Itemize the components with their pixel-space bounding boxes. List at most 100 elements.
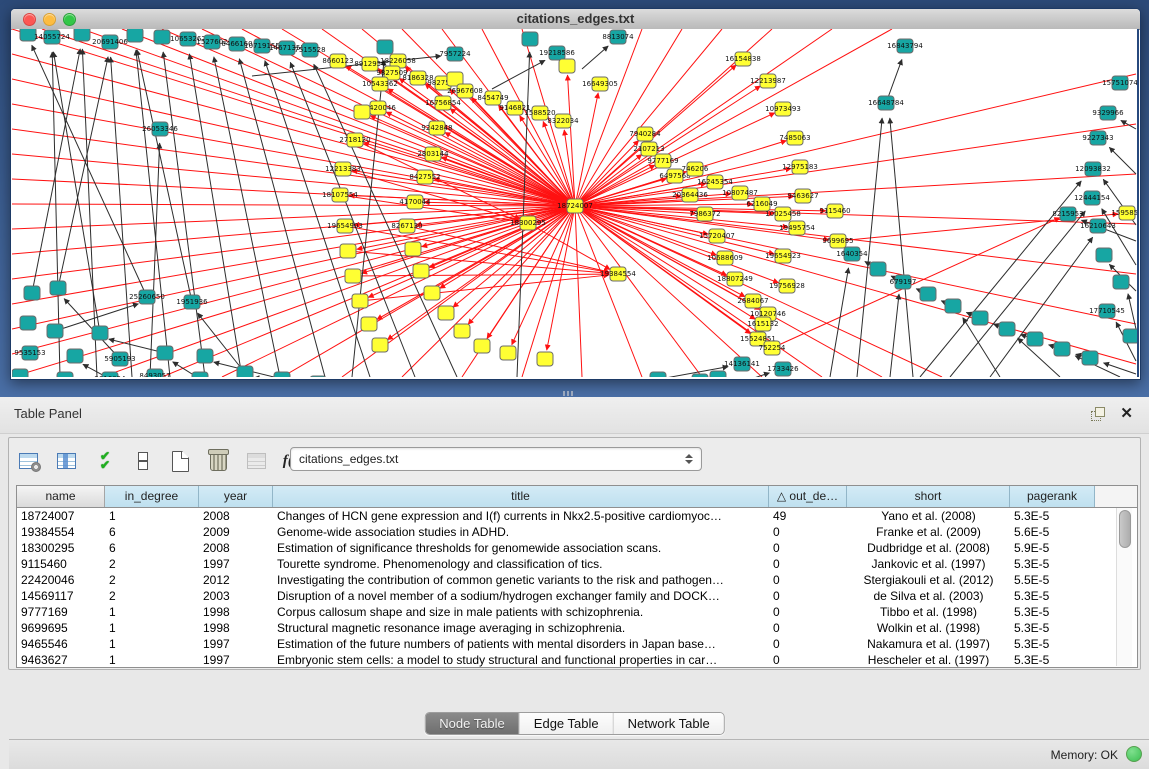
graph-node[interactable]: 19218586 bbox=[539, 46, 575, 60]
graph-node[interactable] bbox=[870, 262, 886, 276]
graph-node[interactable] bbox=[710, 371, 726, 377]
graph-node[interactable] bbox=[920, 287, 936, 301]
graph-node[interactable] bbox=[67, 349, 83, 363]
graph-node[interactable]: 1595853 bbox=[1111, 206, 1137, 220]
table-scrollbar[interactable] bbox=[1116, 508, 1132, 666]
graph-node[interactable]: 9242848 bbox=[421, 121, 452, 135]
graph-node[interactable] bbox=[474, 339, 490, 353]
graph-node[interactable] bbox=[354, 105, 370, 119]
import-table-button[interactable] bbox=[243, 448, 269, 474]
graph-node[interactable] bbox=[20, 316, 36, 330]
graph-node[interactable] bbox=[692, 374, 708, 377]
graph-node[interactable]: 752254 bbox=[759, 341, 786, 355]
graph-node[interactable]: 8813074 bbox=[602, 30, 634, 44]
table-row[interactable]: 1830029562008Estimation of significance … bbox=[17, 540, 1137, 556]
graph-node[interactable]: 9329966 bbox=[1092, 106, 1124, 120]
graph-node[interactable] bbox=[945, 299, 961, 313]
graph-node[interactable]: 8454749 bbox=[477, 91, 508, 105]
graph-node[interactable] bbox=[405, 242, 421, 256]
float-panel-icon[interactable] bbox=[1091, 407, 1105, 420]
graph-node[interactable] bbox=[537, 352, 553, 366]
graph-node[interactable] bbox=[500, 346, 516, 360]
table-row[interactable]: 946554611997Estimation of the future num… bbox=[17, 636, 1137, 652]
column-header-name[interactable]: name bbox=[17, 486, 105, 507]
graph-node[interactable] bbox=[352, 294, 368, 308]
graph-node[interactable]: 18807249 bbox=[717, 272, 753, 286]
graph-node[interactable] bbox=[972, 311, 988, 325]
graph-node[interactable] bbox=[438, 306, 454, 320]
graph-node[interactable] bbox=[47, 324, 63, 338]
graph-node[interactable]: 7986372 bbox=[689, 207, 720, 221]
graph-node[interactable]: 16648784 bbox=[868, 96, 904, 110]
graph-node[interactable]: 8267130 bbox=[391, 219, 422, 233]
select-all-button[interactable]: ✔✔ bbox=[91, 448, 117, 474]
graph-node[interactable]: 2684067 bbox=[737, 294, 768, 308]
graph-node[interactable] bbox=[340, 244, 356, 258]
table-row[interactable]: 911546021997Tourette syndrome. Phenomeno… bbox=[17, 556, 1137, 572]
graph-node[interactable] bbox=[154, 30, 170, 44]
graph-node[interactable]: 7940284 bbox=[629, 127, 661, 141]
graph-node[interactable] bbox=[274, 372, 290, 377]
graph-node[interactable]: 15720407 bbox=[699, 229, 735, 243]
graph-node[interactable]: 4170044 bbox=[399, 195, 431, 209]
show-columns-button[interactable] bbox=[53, 448, 79, 474]
graph-node[interactable] bbox=[12, 369, 28, 377]
graph-node[interactable]: 10025458 bbox=[765, 207, 801, 221]
table-row[interactable]: 1456911722003Disruption of a novel membe… bbox=[17, 588, 1137, 604]
table-mode-button[interactable] bbox=[129, 448, 155, 474]
graph-node[interactable] bbox=[1113, 275, 1129, 289]
graph-node[interactable] bbox=[24, 286, 40, 300]
column-header-pagerank[interactable]: pagerank bbox=[1010, 486, 1095, 507]
graph-node[interactable]: 14136141 bbox=[724, 357, 760, 371]
table-row[interactable]: 977716911998Corpus callosum shape and si… bbox=[17, 604, 1137, 620]
graph-node[interactable] bbox=[1082, 351, 1098, 365]
graph-node[interactable]: 17710545 bbox=[1089, 304, 1125, 318]
graph-node[interactable]: 12213383 bbox=[325, 162, 361, 176]
table-row[interactable]: 1938455462009Genome-wide association stu… bbox=[17, 524, 1137, 540]
graph-node[interactable]: 12444154 bbox=[1074, 191, 1110, 205]
graph-node[interactable]: 1733426 bbox=[767, 362, 799, 376]
table-row[interactable]: 2242004622012Investigating the contribut… bbox=[17, 572, 1137, 588]
graph-node[interactable]: 10543362 bbox=[362, 77, 398, 91]
column-header-in_degree[interactable]: in_degree bbox=[105, 486, 199, 507]
graph-node[interactable]: 1951936 bbox=[176, 295, 208, 309]
column-header-title[interactable]: title bbox=[273, 486, 769, 507]
tab-node-table[interactable]: Node Table bbox=[425, 713, 520, 734]
graph-node[interactable] bbox=[92, 326, 108, 340]
graph-node[interactable] bbox=[192, 372, 208, 377]
graph-node[interactable]: 8322034 bbox=[547, 114, 579, 128]
graph-node[interactable]: 9699695 bbox=[822, 234, 853, 248]
column-header-short[interactable]: short bbox=[847, 486, 1010, 507]
table-row[interactable]: 946362711997Embryonic stem cells: a mode… bbox=[17, 652, 1137, 668]
graph-node[interactable] bbox=[559, 59, 575, 73]
graph-node[interactable]: 12975183 bbox=[782, 160, 818, 174]
graph-node[interactable]: 9463627 bbox=[787, 189, 818, 203]
graph-node[interactable]: 7485063 bbox=[779, 131, 810, 145]
graph-node[interactable]: 1640354 bbox=[836, 247, 868, 261]
graph-node[interactable] bbox=[74, 29, 90, 41]
graph-node[interactable]: 7515528 bbox=[294, 43, 325, 57]
table-options-button[interactable] bbox=[15, 448, 41, 474]
table-scrollbar-thumb[interactable] bbox=[1119, 510, 1131, 548]
graph-node[interactable]: 10973493 bbox=[765, 102, 801, 116]
delete-column-button[interactable] bbox=[205, 448, 231, 474]
graph-node[interactable]: 12213987 bbox=[750, 74, 786, 88]
column-header-year[interactable]: year bbox=[199, 486, 273, 507]
graph-node[interactable] bbox=[157, 346, 173, 360]
graph-node[interactable] bbox=[1054, 342, 1070, 356]
create-column-button[interactable] bbox=[167, 448, 193, 474]
graph-node[interactable]: 16154838 bbox=[725, 52, 761, 66]
table-row[interactable]: 969969511998Structural magnetic resonanc… bbox=[17, 620, 1137, 636]
graph-node[interactable]: 18107554 bbox=[322, 188, 358, 202]
graph-node[interactable] bbox=[57, 372, 73, 377]
graph-node[interactable]: 20691406 bbox=[92, 35, 128, 49]
graph-node[interactable] bbox=[372, 338, 388, 352]
graph-node[interactable]: 19384554 bbox=[600, 267, 636, 281]
graph-node[interactable]: 8427552 bbox=[409, 170, 440, 184]
network-window-titlebar[interactable]: citations_edges.txt bbox=[11, 9, 1140, 30]
graph-node[interactable] bbox=[1096, 248, 1112, 262]
graph-node[interactable] bbox=[650, 372, 666, 377]
graph-node[interactable] bbox=[361, 317, 377, 331]
graph-node[interactable] bbox=[377, 40, 393, 54]
tab-network-table[interactable]: Network Table bbox=[614, 713, 724, 734]
